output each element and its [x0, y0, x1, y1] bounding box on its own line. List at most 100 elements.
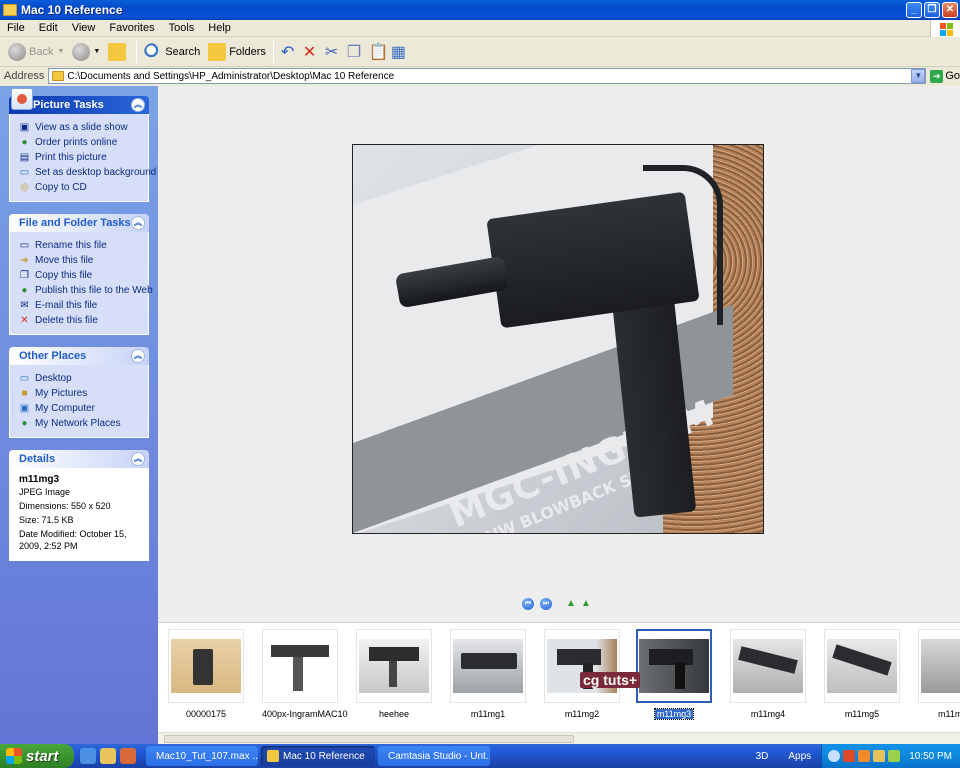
- thumbnail[interactable]: 00000175: [168, 629, 244, 719]
- menu-file[interactable]: File: [0, 22, 32, 34]
- close-button[interactable]: ✕: [942, 2, 958, 18]
- collapse-chevron-icon[interactable]: ︽: [131, 349, 145, 363]
- delete-icon: ✕: [20, 315, 29, 326]
- paste-button[interactable]: 📋: [365, 39, 389, 65]
- go-arrow-icon: ➔: [930, 69, 944, 83]
- address-dropdown-button[interactable]: ▼: [911, 69, 926, 83]
- forward-button[interactable]: ▼: [68, 39, 104, 65]
- title-bar[interactable]: Mac 10 Reference _ ❐ ✕: [0, 0, 960, 20]
- tray-icon[interactable]: [873, 750, 886, 762]
- tray-icon[interactable]: [858, 750, 871, 762]
- search-button[interactable]: Search: [140, 39, 204, 65]
- task-delete[interactable]: ✕ Delete this file: [19, 313, 142, 328]
- tray-3d-label[interactable]: 3D: [756, 751, 769, 762]
- toolbar-labels: 3D Apps: [746, 751, 822, 762]
- views-button[interactable]: ▦: [387, 39, 409, 65]
- task-slide-show[interactable]: ▣ View as a slide show: [19, 120, 142, 135]
- address-bar: Address C:\Documents and Settings\HP_Adm…: [0, 67, 960, 85]
- taskbar-item-label: Camtasia Studio - Unt...: [388, 750, 490, 762]
- thumbnail[interactable]: 400px-IngramMAC10: [262, 629, 348, 719]
- preview-image: MGC-INGRAM CP-HW BLOWBACK SYST: [352, 144, 764, 534]
- globe-icon: ●: [21, 137, 28, 148]
- start-button[interactable]: start: [0, 744, 74, 768]
- task-rename[interactable]: ▭ Rename this file: [19, 238, 142, 253]
- previous-image-button[interactable]: ⏮: [522, 598, 534, 610]
- next-image-button[interactable]: ⏭: [540, 598, 552, 610]
- go-button[interactable]: ➔ Go: [930, 69, 960, 83]
- minimize-button[interactable]: _: [906, 2, 922, 18]
- tray-icon[interactable]: [843, 750, 856, 762]
- task-label: Copy to CD: [35, 182, 87, 193]
- place-my-computer[interactable]: ▣ My Computer: [19, 401, 142, 416]
- task-email[interactable]: ✉ E-mail this file: [19, 298, 142, 313]
- back-button[interactable]: Back ▼: [4, 39, 68, 65]
- thumbnail-label: 400px-IngramMAC10: [262, 709, 348, 719]
- thumbnail[interactable]: heehee: [356, 629, 432, 719]
- place-my-pictures[interactable]: ■ My Pictures: [19, 386, 142, 401]
- windows-logo-icon: [6, 748, 22, 764]
- collapse-chevron-icon[interactable]: ︽: [131, 452, 145, 466]
- task-set-background[interactable]: ▭ Set as desktop background: [19, 165, 156, 180]
- filmstrip-scrollbar[interactable]: [158, 732, 960, 744]
- cut-button[interactable]: ✂: [321, 39, 343, 65]
- collapse-chevron-icon[interactable]: ︽: [131, 216, 145, 230]
- details-file-type: JPEG Image: [19, 487, 71, 497]
- address-input[interactable]: C:\Documents and Settings\HP_Administrat…: [48, 68, 927, 84]
- thumbnail-label: m11mg3: [636, 708, 712, 720]
- delete-button[interactable]: ✕: [299, 39, 321, 65]
- task-move[interactable]: ➔ Move this file: [19, 253, 142, 268]
- thumbnail[interactable]: m11mg1: [450, 629, 526, 719]
- toolbar: Back ▼ ▼ Search Folders ↶ ✕ ✂ ❐ 📋 ▦: [0, 37, 960, 67]
- folders-button[interactable]: Folders: [204, 39, 270, 65]
- copy-button[interactable]: ❐: [343, 39, 365, 65]
- place-desktop[interactable]: ▭ Desktop: [19, 371, 142, 386]
- email-icon: ✉: [20, 300, 29, 311]
- task-order-prints[interactable]: ● Order prints online: [19, 135, 142, 150]
- thumbnail-image: [171, 639, 241, 693]
- tray-icon[interactable]: [888, 750, 901, 762]
- tray-apps-label[interactable]: Apps: [788, 751, 811, 762]
- menu-edit[interactable]: Edit: [32, 22, 65, 34]
- file-folder-tasks-header[interactable]: File and Folder Tasks ︽: [9, 214, 149, 232]
- taskbar-item-3dsmax[interactable]: Mac10_Tut_107.max ...: [146, 746, 258, 766]
- task-copy-cd[interactable]: ◎ Copy to CD: [19, 180, 142, 195]
- thumbnail[interactable]: m11mg4: [730, 629, 806, 719]
- rotate-counterclockwise-button[interactable]: ▲: [581, 599, 593, 609]
- details-panel: Details ︽ m11mg3 JPEG Image Dimensions: …: [9, 450, 149, 561]
- place-network[interactable]: ● My Network Places: [19, 416, 142, 431]
- clock[interactable]: 10:50 PM: [909, 751, 952, 762]
- thumbnail-selected[interactable]: m11mg3: [636, 629, 712, 720]
- details-size: Size: 71.5 KB: [19, 515, 74, 525]
- thumbnail-label: m11mg2: [564, 709, 600, 719]
- menu-favorites[interactable]: Favorites: [102, 22, 161, 34]
- rotate-clockwise-button[interactable]: ▲: [566, 599, 578, 609]
- place-label: My Network Places: [35, 418, 121, 429]
- task-publish[interactable]: ● Publish this file to the Web: [19, 283, 152, 298]
- quick-launch-icon[interactable]: [120, 748, 136, 764]
- task-copy[interactable]: ❐ Copy this file: [19, 268, 142, 283]
- menu-view[interactable]: View: [65, 22, 103, 34]
- thumbnail[interactable]: m11m: [918, 629, 960, 719]
- quick-launch-icon[interactable]: [80, 748, 96, 764]
- thumbnail-label: m11mg4: [750, 709, 786, 719]
- other-places-header[interactable]: Other Places ︽: [9, 347, 149, 365]
- scrollbar-thumb[interactable]: [164, 735, 574, 743]
- back-arrow-icon: [8, 42, 26, 61]
- menu-tools[interactable]: Tools: [162, 22, 202, 34]
- undo-button[interactable]: ↶: [277, 39, 299, 65]
- quick-launch-icon[interactable]: [100, 748, 116, 764]
- maximize-button[interactable]: ❐: [924, 2, 940, 18]
- thumbnail-label: 00000175: [185, 709, 227, 719]
- task-print-picture[interactable]: ▤ Print this picture: [19, 150, 142, 165]
- taskbar-item-camtasia[interactable]: Camtasia Studio - Unt...: [378, 746, 490, 766]
- collapse-chevron-icon[interactable]: ︽: [131, 98, 145, 112]
- panel-title: Other Places: [19, 350, 87, 362]
- details-header[interactable]: Details ︽: [9, 450, 149, 468]
- taskbar-item-explorer[interactable]: Mac 10 Reference: [261, 746, 375, 766]
- menu-help[interactable]: Help: [201, 22, 238, 34]
- picture-tasks-header[interactable]: Picture Tasks ︽: [9, 88, 149, 114]
- thumbnail[interactable]: m11mg5: [824, 629, 900, 719]
- tray-icon[interactable]: [828, 750, 841, 762]
- details-file-name: m11mg3: [19, 474, 60, 485]
- up-folder-button[interactable]: [104, 39, 133, 65]
